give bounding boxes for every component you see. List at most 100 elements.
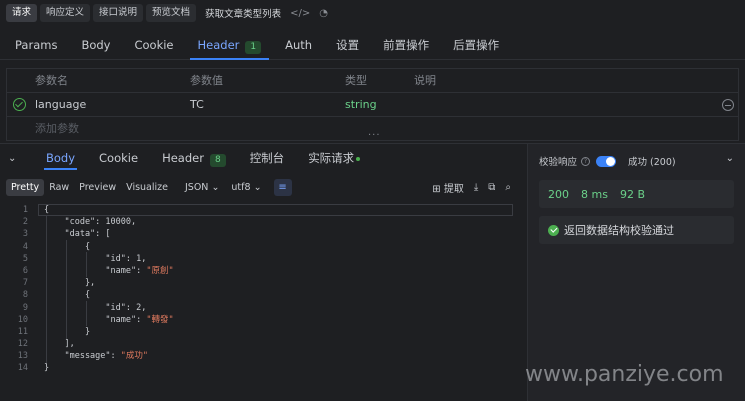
tab-response-header[interactable]: Header 8	[150, 144, 238, 172]
line-number: 7	[22, 278, 28, 289]
tab-pre-actions[interactable]: 前置操作	[371, 30, 441, 60]
code-text: }	[44, 326, 91, 337]
code-line: 1{	[0, 204, 527, 216]
tab-api-description[interactable]: 接口说明	[93, 4, 144, 22]
code-line: 10 "name": "轉發"	[0, 314, 527, 326]
tab-request[interactable]: 请求	[6, 4, 38, 22]
col-type-header: 类型	[345, 74, 367, 87]
line-number: 2	[22, 217, 28, 228]
line-number: 14	[17, 363, 28, 374]
response-time: 8 ms	[581, 187, 608, 201]
tab-label: 控制台	[249, 151, 285, 165]
extract-button[interactable]: ⊞ 提取	[432, 180, 464, 195]
tab-label: Header	[162, 151, 204, 165]
collapse-chevron-icon[interactable]: ⌄	[8, 153, 22, 164]
code-text: {	[44, 205, 50, 215]
code-text: }	[44, 363, 50, 374]
code-line: 2 "code": 10000,	[0, 216, 527, 228]
filter-icon[interactable]: ≡	[273, 178, 292, 196]
code-line: 8 {	[0, 289, 527, 301]
validation-pass-box: 返回数据结构校验通过	[539, 216, 734, 244]
copy-icon[interactable]: ⧉	[488, 182, 495, 193]
code-text: ],	[44, 339, 75, 350]
remove-row-icon[interactable]	[722, 99, 734, 111]
status-code: 200	[548, 187, 569, 201]
api-title: 获取文章类型列表	[205, 9, 282, 20]
line-number: 6	[22, 265, 28, 276]
tab-response-body[interactable]: Body	[34, 144, 87, 172]
line-number: 8	[22, 290, 28, 301]
code-line: 13 "message": "成功"	[0, 350, 527, 362]
tab-params[interactable]: Params	[15, 30, 69, 60]
encoding-select[interactable]: utf8 ⌄	[231, 182, 261, 193]
tab-label: 前置操作	[383, 37, 430, 52]
tab-auth[interactable]: Auth	[273, 30, 324, 60]
validation-toggle[interactable]	[596, 155, 617, 167]
tab-post-actions[interactable]: 后置操作	[441, 30, 511, 60]
tab-header[interactable]: Header 1	[186, 30, 274, 60]
code-text: "id": 2,	[44, 302, 147, 313]
param-name-cell[interactable]: language	[35, 93, 86, 117]
validation-row: 校验响应 ? 成功 (200)	[539, 154, 676, 168]
enabled-check-icon[interactable]	[13, 98, 26, 111]
resize-handle-icon[interactable]: ···	[368, 130, 381, 141]
code-text: "code": 10000,	[44, 217, 137, 228]
add-param-placeholder[interactable]: 添加参数	[35, 117, 79, 141]
app-root: 请求 响应定义 接口说明 预览文档 获取文章类型列表 </> ◔ Params …	[0, 0, 745, 401]
code-line: 14}	[0, 362, 527, 374]
encoding-value: utf8	[231, 181, 251, 193]
code-text: "data": [	[44, 229, 111, 240]
view-pretty[interactable]: Pretty	[6, 178, 45, 196]
view-preview[interactable]: Preview	[74, 179, 121, 196]
tab-console[interactable]: 控制台	[238, 144, 297, 172]
line-number: 13	[17, 351, 28, 362]
col-desc-header: 说明	[414, 74, 436, 87]
top-tab-bar: 请求 响应定义 接口说明 预览文档 获取文章类型列表 </> ◔	[0, 0, 745, 26]
download-icon[interactable]: ⤓	[474, 182, 478, 193]
line-number: 1	[22, 205, 28, 215]
table-row: language TC string	[7, 93, 738, 117]
code-text: {	[44, 241, 91, 252]
code-line: 4 {	[0, 241, 527, 253]
col-name-header: 参数名	[35, 74, 68, 87]
tab-label: Cookie	[134, 37, 174, 52]
line-number: 4	[22, 241, 28, 252]
response-toolbar: Pretty Raw Preview Visualize JSON ⌄ utf8…	[6, 178, 521, 196]
view-visualize[interactable]: Visualize	[121, 179, 173, 196]
status-dot-icon	[356, 156, 361, 161]
success-check-icon	[548, 224, 559, 236]
chevron-down-icon[interactable]: ⌄	[726, 153, 734, 164]
tab-response-cookie[interactable]: Cookie	[87, 144, 150, 172]
param-value-cell[interactable]: TC	[190, 93, 204, 117]
header-count-badge: 1	[245, 40, 262, 54]
view-raw[interactable]: Raw	[44, 179, 74, 196]
tab-response-definition[interactable]: 响应定义	[40, 4, 91, 22]
tab-settings[interactable]: 设置	[324, 30, 371, 60]
line-number: 12	[17, 339, 28, 350]
code-text: "name": "轉發"	[44, 314, 174, 325]
extract-label: 提取	[443, 183, 464, 195]
json-code-view[interactable]: 1{2 "code": 10000, 3 "data": [4 {5 "id": …	[0, 204, 527, 384]
code-icon[interactable]: </>	[290, 8, 310, 19]
tab-label: 实际请求	[308, 151, 355, 165]
validation-result[interactable]: 成功 (200)	[628, 154, 676, 168]
sync-icon[interactable]: ◔	[319, 8, 328, 19]
help-icon[interactable]: ?	[581, 156, 591, 166]
response-tools: ⊞ 提取 ⤓ ⧉ ⌕	[432, 178, 511, 196]
search-icon[interactable]: ⌕	[505, 182, 511, 193]
pass-message: 返回数据结构校验通过	[564, 224, 674, 237]
request-tabs: Params Body Cookie Header 1 Auth 设置 前置操作 …	[0, 30, 745, 60]
format-value: JSON	[185, 181, 209, 193]
tab-actual-request[interactable]: 实际请求	[296, 144, 372, 172]
status-summary: 200 8 ms 92 B	[539, 180, 734, 208]
param-type-cell[interactable]: string	[345, 93, 377, 117]
tab-body[interactable]: Body	[69, 30, 122, 60]
tab-cookie[interactable]: Cookie	[122, 30, 185, 60]
format-select[interactable]: JSON ⌄	[185, 182, 219, 193]
response-panel: ⌄ Body Cookie Header 8 控制台 实际请求 Pretty Ra…	[0, 143, 527, 401]
code-line: 7 },	[0, 277, 527, 289]
code-text: "name": "原創"	[44, 265, 174, 276]
col-value-header: 参数值	[190, 74, 223, 87]
line-number: 3	[22, 229, 28, 240]
tab-preview-doc[interactable]: 预览文档	[146, 4, 197, 22]
